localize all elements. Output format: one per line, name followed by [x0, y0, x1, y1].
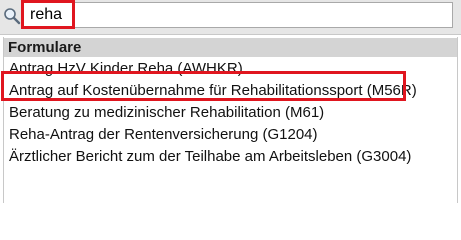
list-item[interactable]: Reha-Antrag der Rentenversicherung (G120…: [4, 124, 457, 146]
list-item[interactable]: Antrag auf Kostenübernahme für Rehabilit…: [4, 80, 457, 102]
search-field: [22, 2, 453, 28]
list-item[interactable]: Beratung zu medizinischer Rehabilitation…: [4, 102, 457, 124]
section-header-formulare: Formulare: [4, 38, 457, 57]
magnifier-icon[interactable]: [3, 7, 21, 25]
list-item[interactable]: Antrag HzV Kinder Reha (AWHKR): [4, 58, 457, 80]
list-item[interactable]: Ärztlicher Bericht zum der Teilhabe am A…: [4, 146, 457, 168]
search-toolbar: [0, 0, 461, 35]
search-input[interactable]: [23, 3, 452, 27]
